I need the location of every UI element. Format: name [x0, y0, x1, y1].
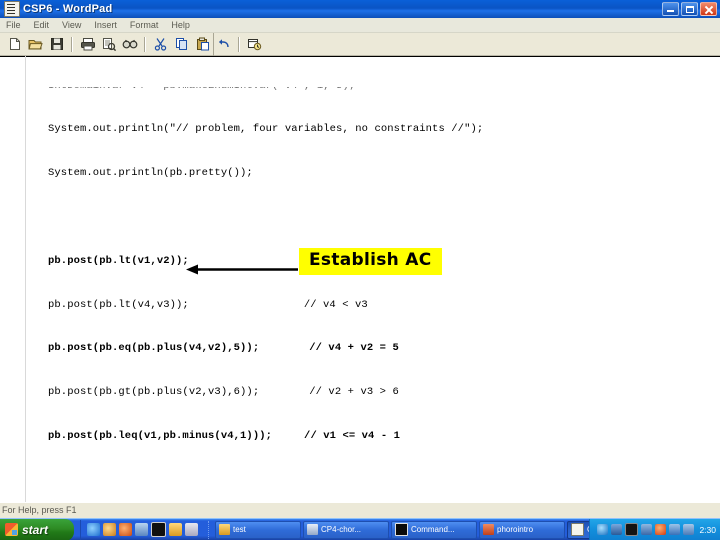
antivirus-icon[interactable] [625, 523, 639, 536]
date-time-icon[interactable] [245, 35, 264, 54]
title-bar: CSP6 - WordPad [0, 0, 720, 18]
undo-icon[interactable] [214, 35, 233, 54]
task-label: CP4-chor... [321, 525, 362, 534]
menu-bar: File Edit View Insert Format Help [0, 18, 720, 33]
wordpad-icon [571, 523, 584, 536]
media-player-icon[interactable] [119, 523, 132, 536]
start-label: start [22, 522, 49, 537]
code-line: pb.post(pb.gt(pb.plus(v2,v3),6));// v2 +… [48, 386, 399, 399]
menu-item-help[interactable]: Help [165, 18, 197, 32]
toolbar-separator-2 [144, 36, 146, 52]
command-prompt-icon [395, 523, 408, 536]
document-left-margin [25, 56, 26, 502]
folder-icon [219, 524, 230, 535]
save-icon[interactable] [47, 35, 66, 54]
folder-icon[interactable] [169, 523, 182, 536]
copy-icon[interactable] [172, 35, 191, 54]
cut-icon[interactable] [151, 35, 170, 54]
document-icon[interactable] [185, 523, 198, 536]
new-icon[interactable] [5, 35, 24, 54]
print-icon[interactable] [78, 35, 97, 54]
status-text: For Help, press F1 [2, 505, 77, 515]
powerpoint-icon [307, 524, 318, 535]
internet-explorer-icon[interactable] [87, 523, 100, 536]
window-controls [662, 2, 720, 16]
callout-label: Establish AC [309, 250, 432, 270]
task-buttons: test CP4-chor... Command... phorointro C… [208, 520, 590, 539]
browser-icon[interactable] [103, 523, 116, 536]
volume-icon[interactable] [669, 524, 681, 535]
wordpad-window: CSP6 - WordPad File Edit View Insert For… [0, 0, 720, 540]
document-top-rule [0, 56, 720, 57]
utility-icon[interactable] [135, 523, 148, 536]
quick-launch-bar [80, 519, 204, 540]
find-icon[interactable] [120, 35, 139, 54]
task-label: test [233, 525, 246, 534]
system-tray: 2:30 [589, 518, 720, 540]
annotation-callout: Establish AC [299, 248, 442, 275]
task-label: Command... [411, 525, 455, 534]
annotation-arrow [186, 263, 298, 276]
code-line: pb.post(pb.leq(v1,pb.minus(v4,1)));// v1… [48, 429, 401, 442]
paste-icon[interactable] [193, 35, 212, 54]
code-line-clipped: IntDomainVar v4 = pb.makeEnumIntVar("v4"… [48, 87, 547, 93]
status-bar: For Help, press F1 [0, 502, 720, 518]
menu-item-file[interactable]: File [0, 18, 28, 32]
task-button-active[interactable]: CSP6 - W... [567, 520, 590, 539]
maximize-button[interactable] [681, 2, 698, 16]
shield-icon[interactable] [611, 524, 623, 535]
display-icon[interactable] [683, 524, 695, 535]
wordpad-document-icon [4, 1, 20, 17]
close-button[interactable] [700, 2, 717, 16]
powerpoint-icon [483, 524, 494, 535]
menu-item-edit[interactable]: Edit [28, 18, 57, 32]
task-button[interactable]: test [215, 520, 301, 539]
toolbar [0, 33, 720, 56]
task-button[interactable]: phorointro [479, 520, 565, 539]
task-button[interactable]: CP4-chor... [303, 520, 389, 539]
code-line: pb.post(pb.eq(pb.plus(v4,v2),5));// v4 +… [48, 342, 399, 355]
update-icon[interactable] [655, 524, 667, 535]
window-title: CSP6 - WordPad [23, 3, 113, 15]
document-area[interactable]: IntDomainVar v4 = pb.makeEnumIntVar("v4"… [0, 56, 720, 502]
menu-item-insert[interactable]: Insert [88, 18, 124, 32]
code-text: IntDomainVar v4 = pb.makeEnumIntVar("v4"… [48, 58, 547, 502]
toolbar-separator-3 [238, 36, 240, 52]
toolbar-separator [71, 36, 73, 52]
toolbar-edge [213, 33, 214, 56]
clock[interactable]: 2:30 [699, 525, 716, 535]
start-button[interactable]: start [0, 518, 74, 540]
code-line: System.out.println("// problem, four var… [48, 123, 484, 136]
print-preview-icon[interactable] [99, 35, 118, 54]
minimize-button[interactable] [662, 2, 679, 16]
code-line: System.out.println(pb.pretty()); [48, 167, 253, 180]
menu-item-format[interactable]: Format [124, 18, 166, 32]
console-icon[interactable] [151, 522, 166, 537]
network-icon[interactable] [641, 524, 653, 535]
windows-flag-icon [5, 523, 18, 536]
task-button[interactable]: Command... [391, 520, 477, 539]
taskbar: start test CP4-chor... Command... phoroi… [0, 518, 720, 540]
menu-item-view[interactable]: View [56, 18, 88, 32]
code-line: pb.post(pb.lt(v4,v3));// v4 < v3 [48, 298, 368, 311]
open-icon[interactable] [26, 35, 45, 54]
messenger-icon[interactable] [597, 524, 609, 535]
task-label: phorointro [497, 525, 534, 534]
